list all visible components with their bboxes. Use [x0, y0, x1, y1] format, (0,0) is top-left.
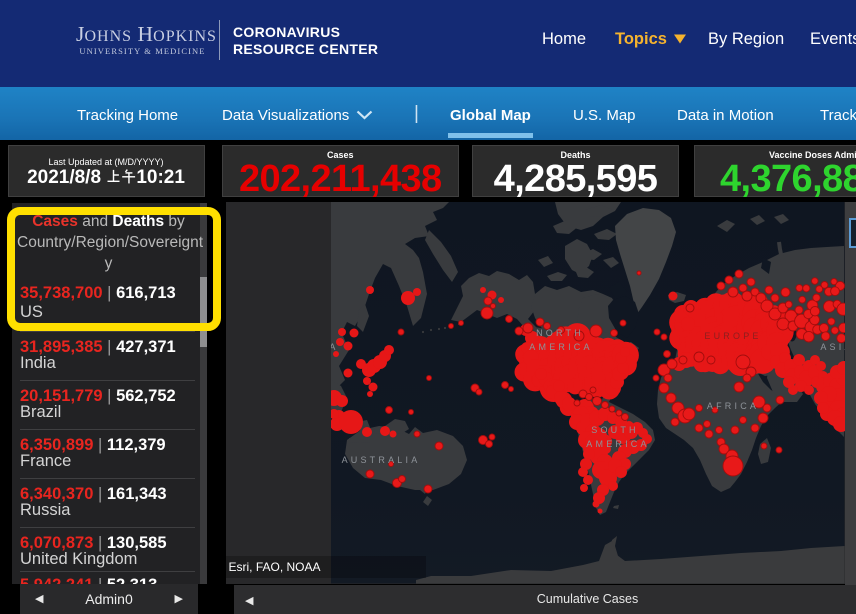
svg-text:AMERICA: AMERICA [529, 342, 592, 352]
svg-text:AMERICA: AMERICA [586, 439, 649, 449]
svg-text:AUSTRALIA: AUSTRALIA [342, 455, 421, 465]
svg-text:NORTH: NORTH [536, 328, 584, 338]
svg-text:AFRICA: AFRICA [707, 401, 759, 411]
svg-text:A: A [331, 342, 339, 352]
svg-text:SOUTH: SOUTH [591, 425, 639, 435]
svg-text:EUROPE: EUROPE [704, 331, 761, 341]
svg-text:ASIA: ASIA [820, 342, 844, 352]
